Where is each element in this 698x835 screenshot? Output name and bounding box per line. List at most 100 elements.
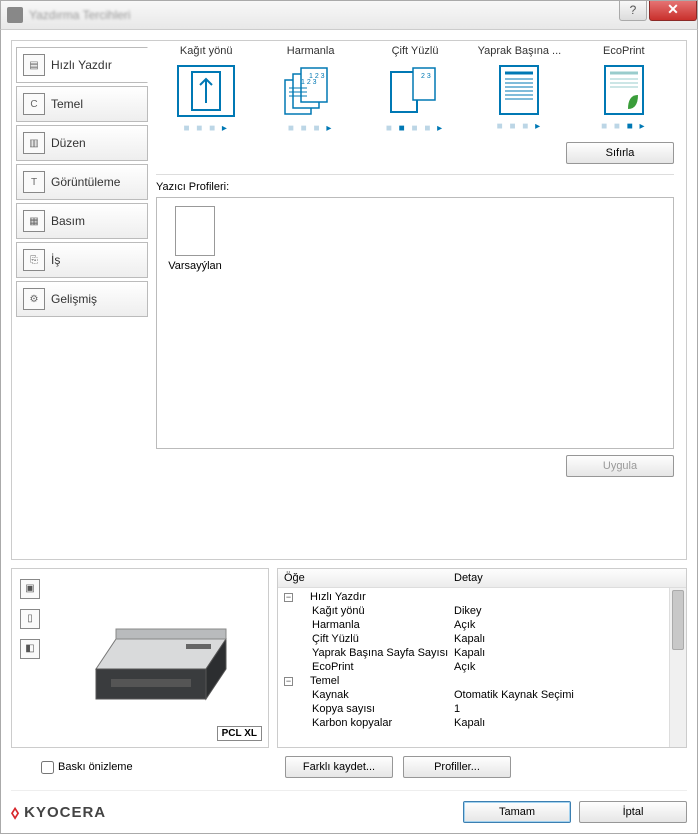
profile-thumb-icon <box>175 206 215 256</box>
print-preview-checkbox[interactable]: Baskı önizleme <box>11 761 269 774</box>
item-value: Açık <box>454 619 680 631</box>
print-preview-input[interactable] <box>41 761 54 774</box>
details-body[interactable]: −Hızlı YazdırKağıt yönüDikeyHarmanlaAçık… <box>278 588 686 747</box>
item-label: Kopya sayısı <box>284 703 375 715</box>
tab-label: Görüntüleme <box>51 175 120 189</box>
lower-panel: ▣ ▯ ◧ PCL XL Öğe Detay <box>11 568 687 748</box>
details-row: Karbon kopyalarKapalı <box>278 716 686 730</box>
preview-page-icon[interactable]: ▯ <box>20 609 40 629</box>
tab-label: Basım <box>51 214 85 228</box>
brand-name: KYOCERA <box>24 804 106 821</box>
option-duplex[interactable]: Çift Yüzlü 2 3 ■ ■ ■ ■ ▸ <box>365 45 465 134</box>
cancel-button[interactable]: İptal <box>579 801 687 823</box>
tree-toggle[interactable]: − <box>284 593 293 602</box>
option-pager: ■ ■ ■ ▸ <box>574 121 674 132</box>
option-ecoprint[interactable]: EcoPrint ■ ■ ■ ▸ <box>574 45 674 134</box>
dialog-body: ▤ Hızlı Yazdır C Temel ▥ Düzen T Görüntü… <box>0 30 698 834</box>
below-row: Baskı önizleme Farklı kaydet... Profille… <box>11 756 687 778</box>
advanced-icon: ⚙ <box>23 288 45 310</box>
scrollbar[interactable] <box>669 588 686 747</box>
preview-printer-icon[interactable]: ▣ <box>20 579 40 599</box>
orientation-icon <box>177 65 235 117</box>
pages-per-sheet-icon <box>499 65 539 115</box>
duplex-icon: 2 3 <box>383 65 447 117</box>
details-group: −Hızlı Yazdır <box>278 590 686 604</box>
item-value: Kapalı <box>454 647 680 659</box>
collate-icon: 1 2 3 1 2 3 <box>279 65 343 117</box>
save-as-button[interactable]: Farklı kaydet... <box>285 756 393 778</box>
option-label: Kağıt yönü <box>156 45 256 59</box>
preview-pane: ▣ ▯ ◧ PCL XL <box>11 568 269 748</box>
item-value: Açık <box>454 661 680 673</box>
printer-illustration <box>52 579 260 739</box>
item-label: EcoPrint <box>284 661 354 673</box>
item-label: Harmanla <box>284 619 360 631</box>
tab-advanced[interactable]: ⚙ Gelişmiş <box>16 281 148 317</box>
tab-label: Hızlı Yazdır <box>51 58 112 72</box>
item-label: Kaynak <box>284 689 349 701</box>
col-item: Öğe <box>284 572 454 584</box>
tab-label: Düzen <box>51 136 86 150</box>
option-label: EcoPrint <box>574 45 674 59</box>
details-row: Çift Yüzlü Kapalı <box>278 632 686 646</box>
details-row: Harmanla Açık <box>278 618 686 632</box>
tab-quick-print[interactable]: ▤ Hızlı Yazdır <box>16 47 148 83</box>
svg-text:2 3: 2 3 <box>421 73 431 80</box>
titlebar: Yazdırma Tercihleri ? ✕ <box>0 0 698 30</box>
tab-label: Gelişmiş <box>51 292 97 306</box>
item-value: 1 <box>454 703 680 715</box>
details-row: Kağıt yönüDikey <box>278 604 686 618</box>
print-preview-label: Baskı önizleme <box>58 761 133 773</box>
tree-toggle[interactable]: − <box>284 677 293 686</box>
quick-print-icon: ▤ <box>23 54 45 76</box>
option-pager: ■ ■ ■ ▸ <box>260 123 360 134</box>
item-value: Kapalı <box>454 633 680 645</box>
option-collate[interactable]: Harmanla 1 2 3 1 2 3 ■ ■ ■ ▸ <box>260 45 360 134</box>
svg-text:1 2 3: 1 2 3 <box>301 79 317 86</box>
option-orientation[interactable]: Kağıt yönü ■ ■ ■ ▸ <box>156 45 256 134</box>
reset-button[interactable]: Sıfırla <box>566 142 674 164</box>
details-group: −Temel <box>278 674 686 688</box>
profiles-list[interactable]: Varsayýlan <box>156 197 674 449</box>
tab-publishing[interactable]: ▦ Basım <box>16 203 148 239</box>
app-icon <box>7 7 23 23</box>
job-icon: ⎘ <box>23 249 45 271</box>
window-title: Yazdırma Tercihleri <box>29 8 131 22</box>
brand-logo: ⬨ KYOCERA <box>11 802 106 823</box>
preview-color-icon[interactable]: ◧ <box>20 639 40 659</box>
details-pane: Öğe Detay −Hızlı YazdırKağıt yönüDikeyHa… <box>277 568 687 748</box>
item-value: Otomatik Kaynak Seçimi <box>454 689 680 701</box>
tab-job[interactable]: ⎘ İş <box>16 242 148 278</box>
tab-content: Kağıt yönü ■ ■ ■ ▸ Harmanla 1 2 3 <box>148 45 682 555</box>
profile-default[interactable]: Varsayýlan <box>165 206 225 272</box>
tab-imaging[interactable]: T Görüntüleme <box>16 164 148 200</box>
item-label: Çift Yüzlü <box>284 633 359 645</box>
profiles-button[interactable]: Profiller... <box>403 756 511 778</box>
option-label: Harmanla <box>260 45 360 59</box>
publishing-icon: ▦ <box>23 210 45 232</box>
ecoprint-icon <box>604 65 644 115</box>
quick-options-row: Kağıt yönü ■ ■ ■ ▸ Harmanla 1 2 3 <box>156 45 674 134</box>
separator <box>156 174 674 175</box>
option-label: Yaprak Başına ... <box>469 45 569 59</box>
details-row: EcoPrint Açık <box>278 660 686 674</box>
profiles-label: Yazıcı Profileri: <box>156 181 674 193</box>
tab-layout[interactable]: ▥ Düzen <box>16 125 148 161</box>
option-pages-per-sheet[interactable]: Yaprak Başına ... ■ ■ ■ ▸ <box>469 45 569 134</box>
help-button[interactable]: ? <box>619 1 647 21</box>
main-panel: ▤ Hızlı Yazdır C Temel ▥ Düzen T Görüntü… <box>11 40 687 560</box>
details-row: Kopya sayısı 1 <box>278 702 686 716</box>
option-pager: ■ ■ ■ ▸ <box>156 123 256 134</box>
scrollbar-thumb[interactable] <box>672 590 684 650</box>
item-value <box>454 675 680 687</box>
item-value <box>454 591 680 603</box>
group-label: Hızlı Yazdır <box>296 591 366 603</box>
ok-button[interactable]: Tamam <box>463 801 571 823</box>
item-value: Kapalı <box>454 717 680 729</box>
apply-button[interactable]: Uygula <box>566 455 674 477</box>
brand-symbol-icon: ⬨ <box>11 802 20 823</box>
close-button[interactable]: ✕ <box>649 1 697 21</box>
tab-basic[interactable]: C Temel <box>16 86 148 122</box>
basic-icon: C <box>23 93 45 115</box>
item-label: Yaprak Başına Sayfa Sayısı <box>284 647 448 659</box>
